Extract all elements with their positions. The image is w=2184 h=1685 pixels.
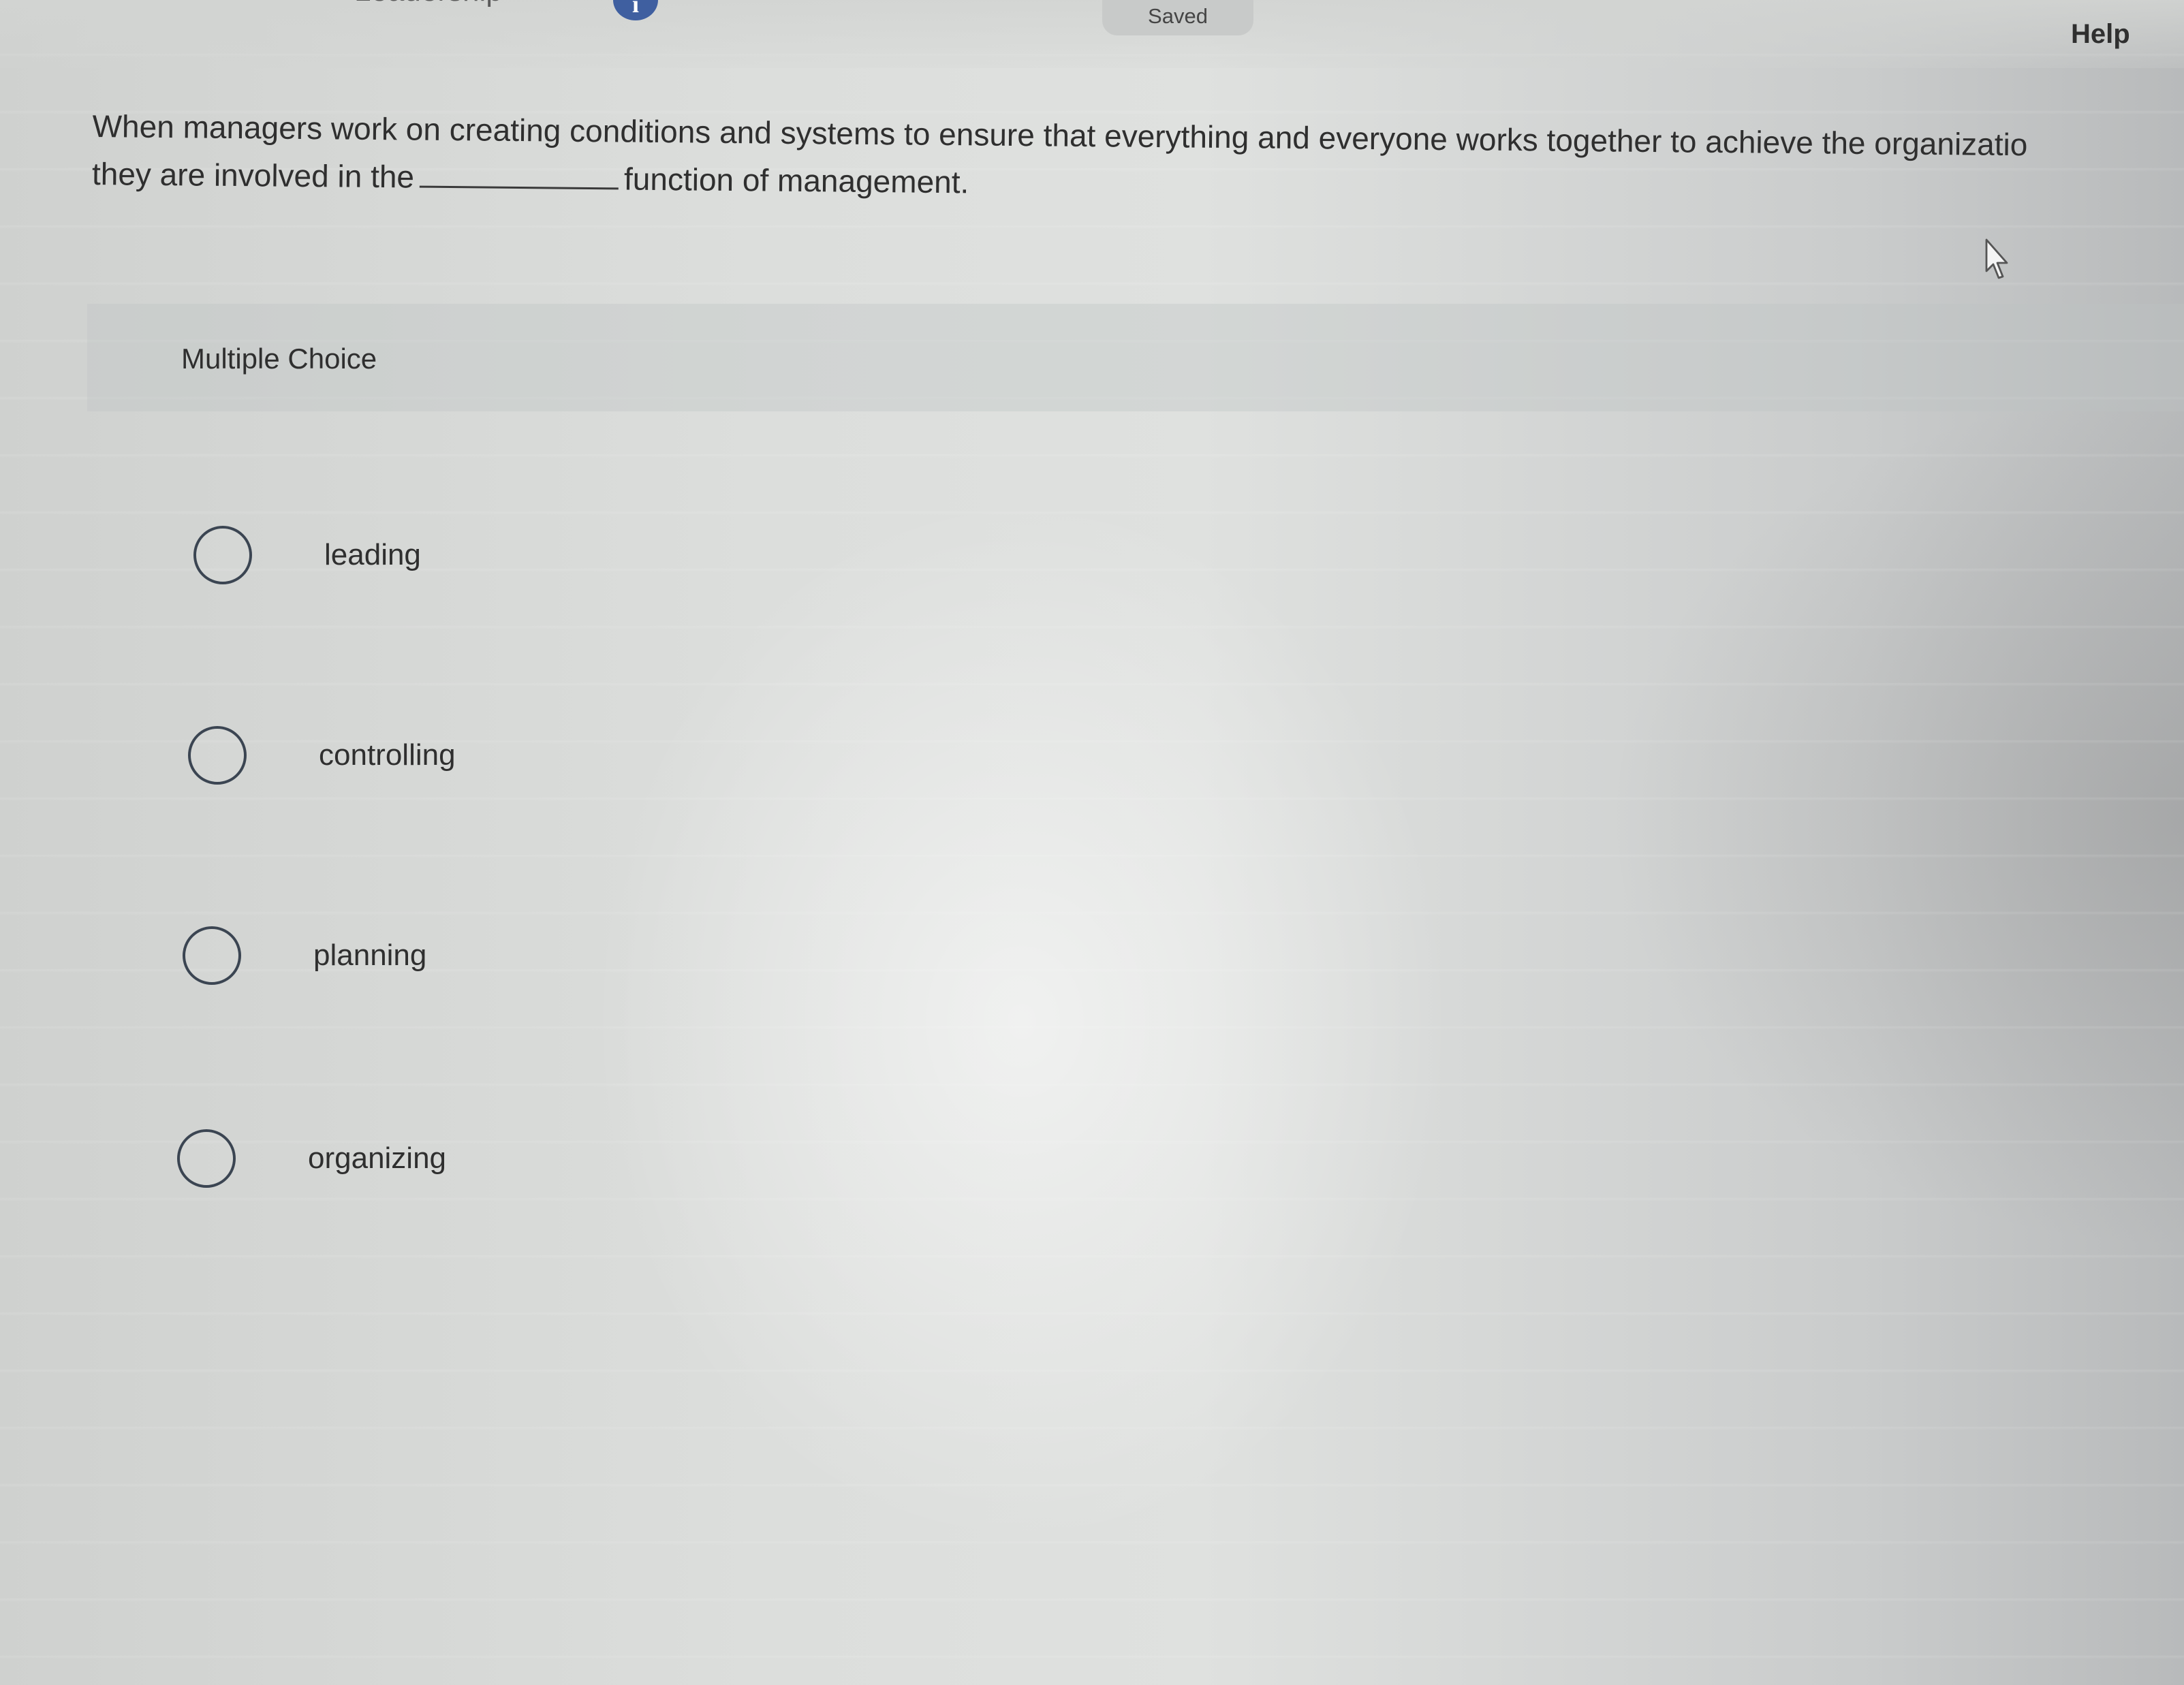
option-label: leading <box>324 538 421 571</box>
option-label: planning <box>313 939 427 972</box>
question-text: When managers work on creating condition… <box>92 102 2177 217</box>
multiple-choice-header-panel <box>87 304 2184 411</box>
option-controlling[interactable]: controlling <box>188 726 665 794</box>
question-line-2-suffix: function of management. <box>623 161 969 200</box>
saved-status-badge: Saved <box>1102 0 1253 35</box>
mouse-pointer-icon <box>1985 238 2008 279</box>
multiple-choice-label: Multiple Choice <box>181 343 377 375</box>
option-leading[interactable]: leading <box>193 526 670 594</box>
radio-circle-icon[interactable] <box>177 1129 236 1188</box>
top-header: Leadership i Saved Help <box>0 0 2184 68</box>
option-organizing[interactable]: organizing <box>177 1129 654 1197</box>
radio-circle-icon[interactable] <box>183 926 241 985</box>
radio-circle-icon[interactable] <box>188 726 247 785</box>
assignment-title: Leadership <box>354 0 503 8</box>
info-icon[interactable]: i <box>613 0 658 20</box>
help-link[interactable]: Help <box>2071 19 2130 50</box>
answer-blank <box>419 161 619 190</box>
radio-circle-icon[interactable] <box>193 526 252 584</box>
option-planning[interactable]: planning <box>183 926 659 994</box>
screen-background <box>0 0 2184 1685</box>
option-label: controlling <box>319 738 456 772</box>
option-label: organizing <box>308 1141 447 1175</box>
question-line-2-prefix: they are involved in the <box>91 155 415 195</box>
